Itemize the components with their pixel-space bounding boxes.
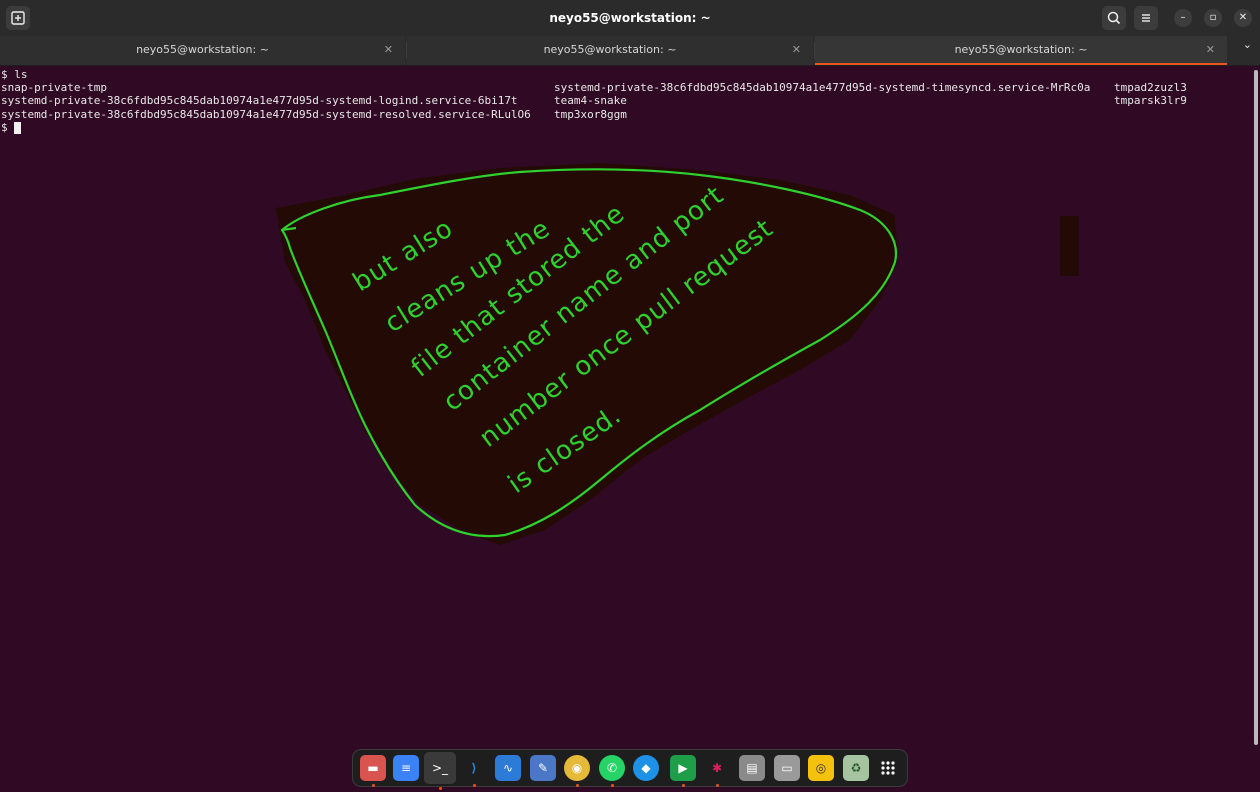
dock-glyph: ◆ — [641, 761, 651, 775]
dock-glyph: ∿ — [502, 761, 514, 775]
running-indicator — [716, 784, 719, 787]
running-indicator — [576, 784, 579, 787]
handwritten-annotation: but also cleans up the file that stored … — [276, 163, 1079, 545]
trash-icon[interactable]: ♻ — [843, 755, 869, 781]
dock-glyph: >_ — [431, 761, 449, 775]
dock-glyph: ▬ — [367, 761, 379, 775]
running-indicator — [439, 787, 442, 790]
running-indicator — [473, 784, 476, 787]
google-meet-icon[interactable]: ▶ — [670, 755, 696, 787]
running-indicator — [682, 784, 685, 787]
whatsapp-icon[interactable]: ✆ — [599, 755, 625, 787]
files-icon[interactable]: ▬ — [360, 755, 386, 787]
dock-glyph: ⟩ — [471, 761, 477, 775]
dock-glyph: ▤ — [746, 761, 758, 775]
disk-icon[interactable]: ▤ — [739, 755, 765, 781]
dock: ▬ ≡ >_ ⟩ ∿ ✎ ◉ ✆ ◆ ▶ ✱ ▤ ▭ ◎ ♻ — [352, 749, 908, 790]
text-editor-icon[interactable]: ≡ — [393, 755, 419, 781]
app-grid-icon[interactable] — [875, 755, 901, 781]
dock-glyph: ♻ — [850, 761, 862, 775]
running-indicator — [611, 784, 614, 787]
vscode-icon[interactable]: ⟩ — [461, 755, 487, 787]
notes-icon[interactable]: ✎ — [530, 755, 556, 781]
running-indicator — [372, 784, 375, 787]
docker-icon[interactable]: ◆ — [633, 755, 659, 781]
drive-icon[interactable]: ▭ — [774, 755, 800, 781]
dock-glyph: ▶ — [678, 761, 688, 775]
dock-glyph: ◉ — [571, 761, 583, 775]
dock-glyph: ✆ — [606, 761, 618, 775]
system-monitor-icon[interactable]: ∿ — [495, 755, 521, 781]
dock-glyph: ≡ — [400, 761, 412, 775]
dock-glyph: ◎ — [815, 761, 827, 775]
terminal-icon[interactable]: >_ — [424, 752, 456, 790]
dock-glyph: ✱ — [711, 761, 723, 775]
slack-icon[interactable]: ✱ — [704, 755, 730, 787]
dock-glyph: ▭ — [781, 761, 793, 775]
yellow-app-icon[interactable]: ◎ — [808, 755, 834, 781]
chrome-icon[interactable]: ◉ — [564, 755, 590, 787]
annotation-fill — [1060, 216, 1079, 276]
dock-glyph: ✎ — [537, 761, 549, 775]
